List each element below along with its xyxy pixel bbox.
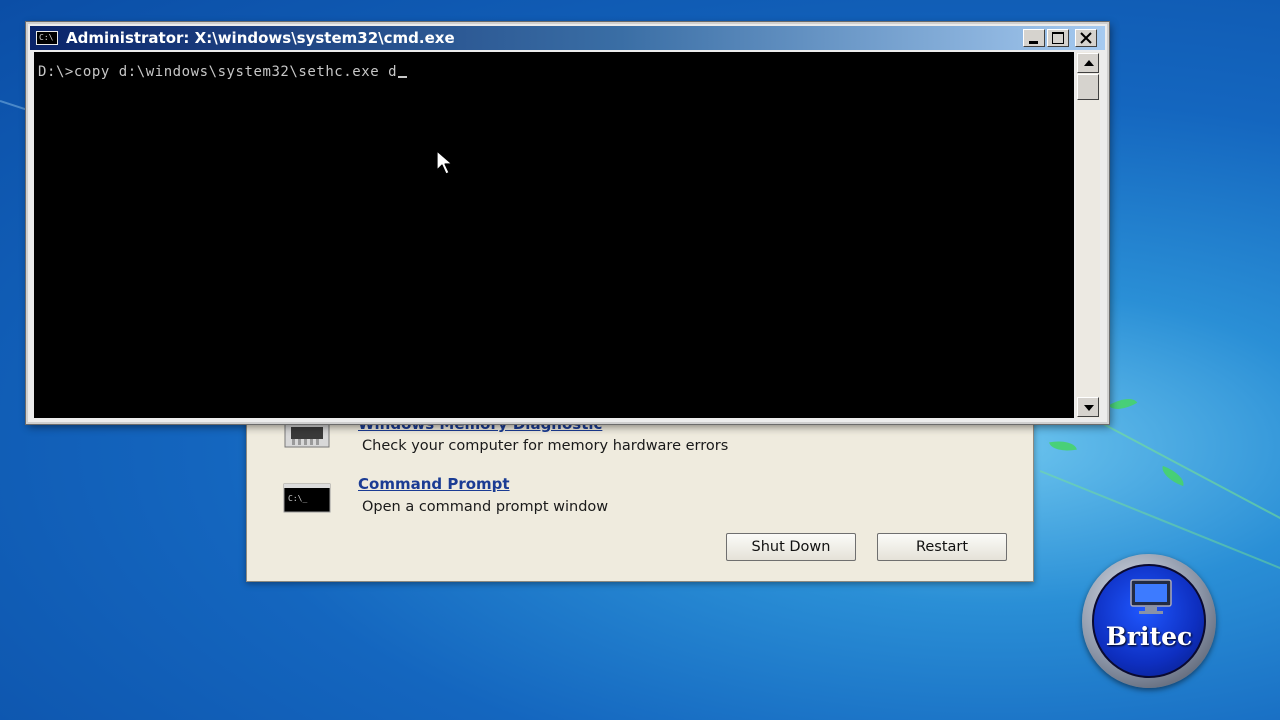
cmd-window-icon[interactable]: C:\ — [36, 31, 58, 45]
minimize-button[interactable] — [1023, 29, 1045, 47]
memory-diagnostic-description: Check your computer for memory hardware … — [362, 438, 729, 454]
britec-logo-badge: Britec — [1092, 564, 1206, 678]
console-command-line: D:\>copy d:\windows\system32\sethc.exe d — [38, 64, 408, 80]
maximize-button[interactable] — [1047, 29, 1069, 47]
scroll-up-arrow-icon — [1084, 60, 1094, 66]
command-prompt-description: Open a command prompt window — [362, 499, 609, 515]
command-prompt-icon: C:\_ — [283, 483, 331, 513]
shut-down-button[interactable]: Shut Down — [726, 533, 856, 561]
cmd-window-title: Administrator: X:\windows\system32\cmd.e… — [66, 29, 455, 47]
cmd-window: C:\ Administrator: X:\windows\system32\c… — [26, 22, 1109, 424]
scroll-down-button[interactable] — [1077, 397, 1099, 417]
cmd-title-bar[interactable]: C:\ Administrator: X:\windows\system32\c… — [30, 26, 1105, 50]
computer-monitor-icon — [1130, 579, 1172, 614]
restart-button[interactable]: Restart — [877, 533, 1007, 561]
britec-logo-text: Britec — [1105, 622, 1193, 651]
svg-text:C:\_: C:\_ — [288, 494, 307, 503]
text-cursor — [398, 76, 408, 78]
britec-logo: Britec — [1082, 554, 1216, 688]
scroll-thumb[interactable] — [1077, 74, 1099, 100]
vertical-scrollbar[interactable] — [1076, 52, 1100, 418]
command-prompt-link[interactable]: Command Prompt — [358, 475, 510, 493]
close-icon — [1080, 32, 1092, 44]
console-command-text: D:\>copy d:\windows\system32\sethc.exe d — [38, 64, 398, 80]
minimize-icon — [1029, 41, 1038, 44]
scroll-up-button[interactable] — [1077, 53, 1099, 73]
scroll-down-arrow-icon — [1084, 405, 1094, 411]
console-area[interactable]: D:\>copy d:\windows\system32\sethc.exe d — [34, 52, 1074, 418]
mouse-pointer-icon — [436, 150, 453, 175]
maximize-icon — [1052, 32, 1064, 44]
close-button[interactable] — [1075, 29, 1097, 47]
